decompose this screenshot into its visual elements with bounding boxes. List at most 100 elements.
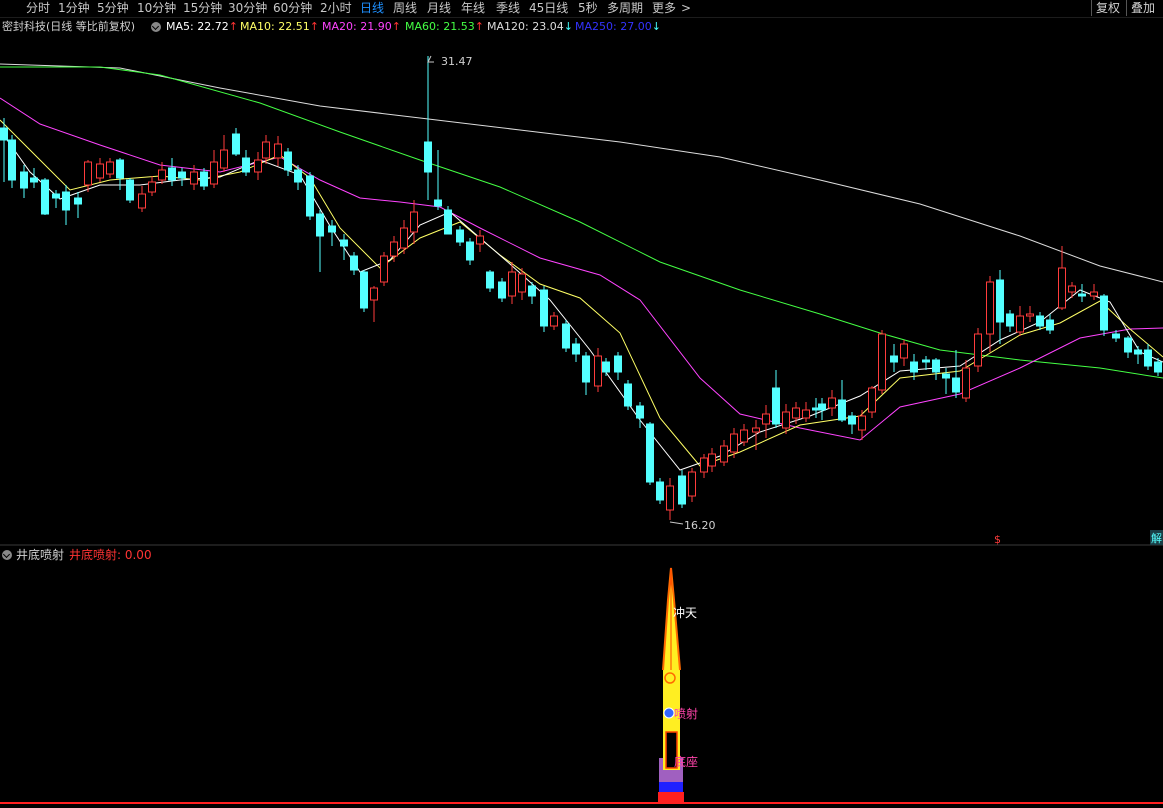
candle-down [572, 343, 580, 355]
candle-up [400, 227, 408, 249]
candle-up [370, 287, 378, 301]
low-marker-line [669, 521, 684, 525]
candle-down [890, 355, 898, 363]
candle-down [1006, 313, 1014, 327]
candle-up [1058, 267, 1066, 309]
candle-down [168, 167, 176, 181]
candle-down [838, 399, 846, 421]
candle-down [178, 171, 186, 179]
candle-down [74, 197, 82, 205]
candle-up [1090, 291, 1098, 297]
candle-down [922, 359, 930, 363]
candle-up [476, 235, 484, 245]
high-price-label: 31.47 [441, 55, 473, 68]
candle-down [996, 279, 1004, 323]
candle-down [646, 423, 654, 483]
high-marker-arrow [427, 55, 434, 63]
candle-down [30, 177, 38, 183]
candle-down [1112, 333, 1120, 339]
candle-down [232, 133, 240, 155]
candle-down [316, 213, 324, 237]
candle-down [942, 373, 950, 379]
candle-down [466, 241, 474, 261]
candle-down [498, 281, 506, 299]
candle-up [518, 273, 526, 293]
candle-down [1046, 319, 1054, 331]
candle-up [900, 343, 908, 359]
candle-down [1124, 337, 1132, 353]
candle-up [828, 397, 836, 409]
candle-up [708, 453, 716, 467]
candle-down [116, 159, 124, 179]
candle-up [720, 445, 728, 463]
candle-down [772, 387, 780, 425]
candle-down [818, 403, 826, 411]
candle-down [41, 179, 49, 215]
candle-up [262, 141, 270, 159]
candle-down [62, 191, 70, 211]
candle-down [350, 255, 358, 271]
candle-down [0, 127, 8, 141]
indicator-base-bar [658, 792, 684, 803]
indicator-label-low: 底座 [674, 754, 698, 769]
candle-up [1026, 313, 1034, 317]
candle-up [752, 427, 760, 433]
candle-down [656, 481, 664, 501]
candle-down [1144, 349, 1152, 367]
chevron-down-icon[interactable] [2, 550, 12, 560]
candle-up [220, 149, 228, 169]
candle-down [294, 169, 302, 183]
candle-down [952, 377, 960, 393]
candle-down [582, 355, 590, 383]
candle-down [562, 323, 570, 349]
candle-up [974, 333, 982, 367]
candle-up [666, 485, 674, 511]
candle-up [148, 181, 156, 193]
candle-up [700, 457, 708, 473]
candle-down [242, 157, 250, 173]
candle-up [986, 281, 994, 335]
candle-down [424, 141, 432, 173]
dollar-mark: $ [994, 533, 1001, 546]
candle-down [200, 171, 208, 187]
candle-up [254, 159, 262, 173]
candle-up [878, 333, 886, 391]
candle-down [486, 271, 494, 289]
candle-up [1016, 315, 1024, 333]
candle-down [1134, 349, 1142, 355]
candle-down [8, 139, 16, 181]
ma20-line [0, 97, 1163, 441]
candle-up [274, 143, 282, 159]
candle-down [126, 179, 134, 201]
candle-up [762, 413, 770, 425]
low-price-label: 16.20 [684, 519, 716, 532]
candle-down [932, 359, 940, 373]
candle-up [1068, 285, 1076, 293]
candle-up [84, 161, 92, 186]
candle-down [1078, 293, 1086, 297]
candle-down [614, 355, 622, 373]
candle-up [802, 409, 810, 419]
candle-down [848, 415, 856, 425]
candle-up [138, 193, 146, 209]
candle-down [20, 171, 28, 189]
candle-up [782, 411, 790, 429]
candle-down [602, 361, 610, 373]
indicator-dot-icon [663, 707, 675, 719]
candle-up [158, 169, 166, 181]
candle-up [96, 163, 104, 179]
candle-down [360, 271, 368, 309]
candle-down [52, 193, 60, 199]
candlestick-chart[interactable]: 31.47 16.20 $ 解冲天喷射底座 [0, 0, 1163, 808]
candle-up [688, 471, 696, 497]
candle-down [340, 239, 348, 247]
candle-up [730, 433, 738, 453]
edge-tag-label: 解 [1151, 531, 1162, 545]
candle-up [868, 387, 876, 413]
indicator-blue-bar [659, 782, 683, 792]
candle-up [210, 161, 218, 185]
candle-up [550, 315, 558, 327]
candle-down [444, 209, 452, 235]
candle-down [636, 405, 644, 419]
candle-up [858, 415, 866, 431]
